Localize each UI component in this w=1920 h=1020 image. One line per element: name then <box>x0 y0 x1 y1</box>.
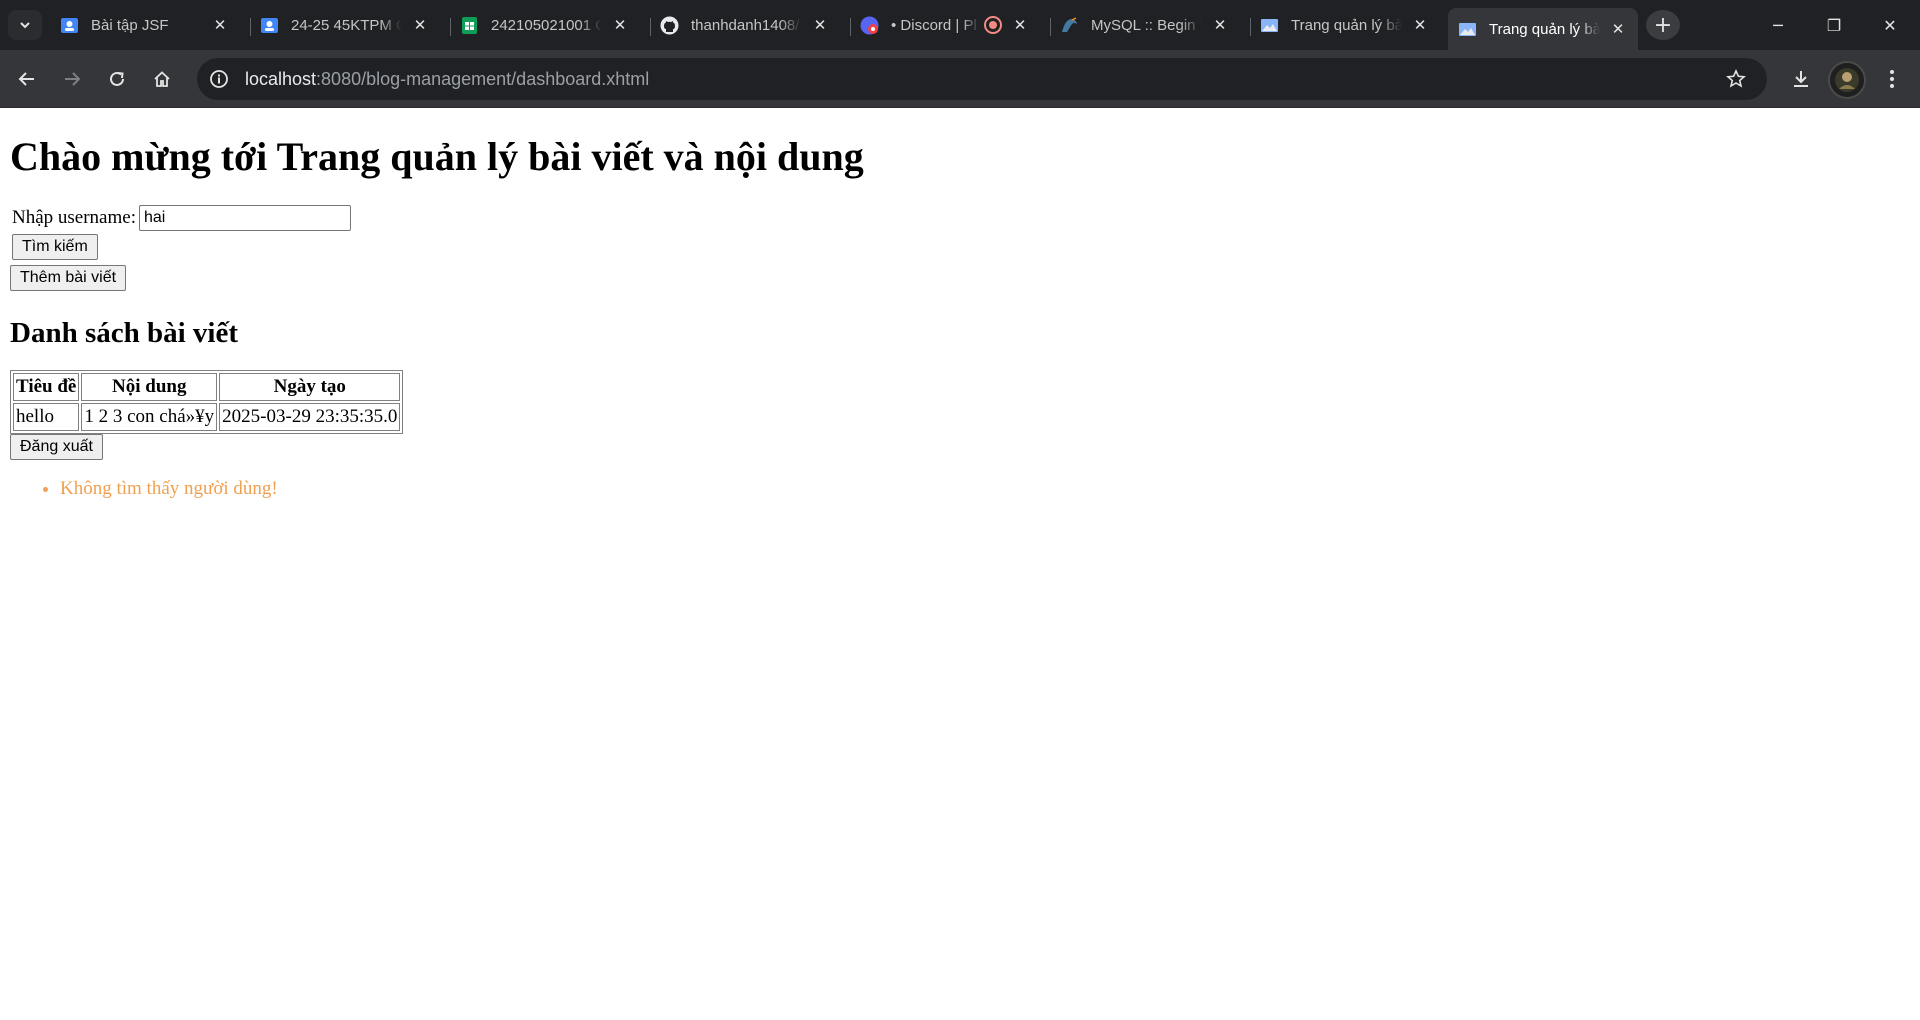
tab-sheets[interactable]: 242105021001 C ✕ <box>450 8 640 42</box>
page-icon <box>1458 20 1477 39</box>
column-header-title: Tiêu đề <box>13 373 80 401</box>
close-icon[interactable]: ✕ <box>1010 15 1030 35</box>
minimize-icon: ─ <box>1773 15 1783 35</box>
restore-icon: ❐ <box>1826 15 1842 35</box>
github-icon <box>660 16 679 35</box>
tab-trang-quan-ly-1[interactable]: Trang quản lý bà ✕ <box>1250 8 1440 42</box>
avatar-icon <box>1835 68 1859 92</box>
tab-title: Trang quản lý bà <box>1291 16 1402 34</box>
tab-trang-quan-ly-active[interactable]: Trang quản lý bà ✕ <box>1448 8 1638 50</box>
table-header-row: Tiêu đề Nội dung Ngày tạo <box>13 373 401 401</box>
browser-chrome: Bài tập JSF ✕ 24-25 45KTPM C ✕ 242105021… <box>0 0 1920 108</box>
reload-button[interactable] <box>99 61 135 97</box>
home-button[interactable] <box>144 61 180 97</box>
google-classroom-icon <box>60 16 79 35</box>
close-icon[interactable]: ✕ <box>1410 15 1430 35</box>
plus-icon: + <box>1653 12 1673 38</box>
close-window-button[interactable]: ✕ <box>1862 0 1918 50</box>
tab-strip: Bài tập JSF ✕ 24-25 45KTPM C ✕ 242105021… <box>0 0 1920 50</box>
tab-title: 24-25 45KTPM C <box>291 16 402 34</box>
bookmark-star-icon[interactable] <box>1719 62 1753 96</box>
page-icon <box>1260 16 1279 35</box>
download-icon <box>1794 71 1808 87</box>
tab-discord[interactable]: • Discord | Pl ✕ <box>850 8 1040 42</box>
close-icon[interactable]: ✕ <box>1210 15 1230 35</box>
mysql-icon <box>1060 16 1079 35</box>
page-content: Chào mừng tới Trang quản lý bài viết và … <box>0 134 1920 500</box>
google-classroom-icon <box>260 16 279 35</box>
chevron-down-icon <box>20 22 30 29</box>
close-icon: ✕ <box>1883 15 1897 35</box>
column-header-content: Nội dung <box>81 373 218 401</box>
tab-mysql[interactable]: MySQL :: Begin Y ✕ <box>1050 8 1240 42</box>
tab-title: Bài tập JSF <box>91 16 169 34</box>
tab-title: • Discord | Pl <box>891 16 977 34</box>
username-input[interactable] <box>138 205 351 231</box>
tab-title: thanhdanh1408/ <box>691 16 800 34</box>
tab-search-button[interactable] <box>8 10 42 40</box>
arrow-left-icon <box>18 72 34 86</box>
posts-list-heading: Danh sách bài viết <box>10 317 239 349</box>
tab-title: Trang quản lý bà <box>1489 20 1600 38</box>
cell-content: 1 2 3 con chá»¥y <box>81 403 218 431</box>
google-sheets-icon <box>460 16 479 35</box>
table-row: hello 1 2 3 con chá»¥y 2025-03-29 23:35:… <box>13 403 401 431</box>
forward-button[interactable] <box>54 61 90 97</box>
arrow-right-icon <box>65 72 81 86</box>
column-header-created: Ngày tạo <box>219 373 401 401</box>
home-icon <box>154 71 170 87</box>
url-path: :8080/blog-management/dashboard.xhtml <box>316 68 650 89</box>
error-message: Không tìm thấy người dùng! <box>60 478 1910 500</box>
close-icon[interactable]: ✕ <box>210 15 230 35</box>
minimize-button[interactable]: ─ <box>1750 0 1806 50</box>
new-tab-button[interactable]: + <box>1646 10 1680 40</box>
tab-bai-tap-jsf[interactable]: Bài tập JSF ✕ <box>50 8 240 42</box>
username-label: Nhập username: <box>12 207 136 228</box>
tab-title: 242105021001 C <box>491 16 602 34</box>
back-button[interactable] <box>9 61 45 97</box>
search-form-table: Nhập username: Tìm kiếm <box>9 202 354 263</box>
more-vert-icon <box>1890 70 1894 88</box>
restore-button[interactable]: ❐ <box>1806 0 1862 50</box>
page-title: Chào mừng tới Trang quản lý bài viết và … <box>10 134 864 179</box>
close-icon[interactable]: ✕ <box>610 15 630 35</box>
cell-created: 2025-03-29 23:35:35.0 <box>219 403 401 431</box>
posts-table: Tiêu đề Nội dung Ngày tạo hello 1 2 3 co… <box>10 370 404 434</box>
discord-icon <box>860 16 879 35</box>
tab-45ktpm[interactable]: 24-25 45KTPM C ✕ <box>250 8 440 42</box>
url-host: localhost <box>245 68 317 89</box>
close-icon[interactable]: ✕ <box>810 15 830 35</box>
tab-title: MySQL :: Begin Y <box>1091 16 1202 34</box>
recording-icon <box>984 16 1002 34</box>
cell-title: hello <box>13 403 80 431</box>
menu-button[interactable] <box>1874 61 1910 97</box>
search-button[interactable]: Tìm kiếm <box>12 234 98 260</box>
add-post-button[interactable]: Thêm bài viết <box>10 265 127 291</box>
messages-list: Không tìm thấy người dùng! <box>10 478 1910 500</box>
logout-button[interactable]: Đăng xuất <box>10 434 103 460</box>
downloads-button[interactable] <box>1783 61 1819 97</box>
address-bar[interactable]: localhost:8080/blog-management/dashboard… <box>197 58 1767 100</box>
search-form: Nhập username: Tìm kiếm Thêm bài viết <box>10 202 1910 291</box>
close-icon[interactable]: ✕ <box>410 15 430 35</box>
profile-avatar[interactable] <box>1828 61 1866 99</box>
tab-github[interactable]: thanhdanh1408/ ✕ <box>650 8 840 42</box>
browser-toolbar: localhost:8080/blog-management/dashboard… <box>0 50 1920 108</box>
close-icon[interactable]: ✕ <box>1608 19 1628 39</box>
reload-icon <box>110 71 124 86</box>
info-icon[interactable] <box>201 61 237 97</box>
